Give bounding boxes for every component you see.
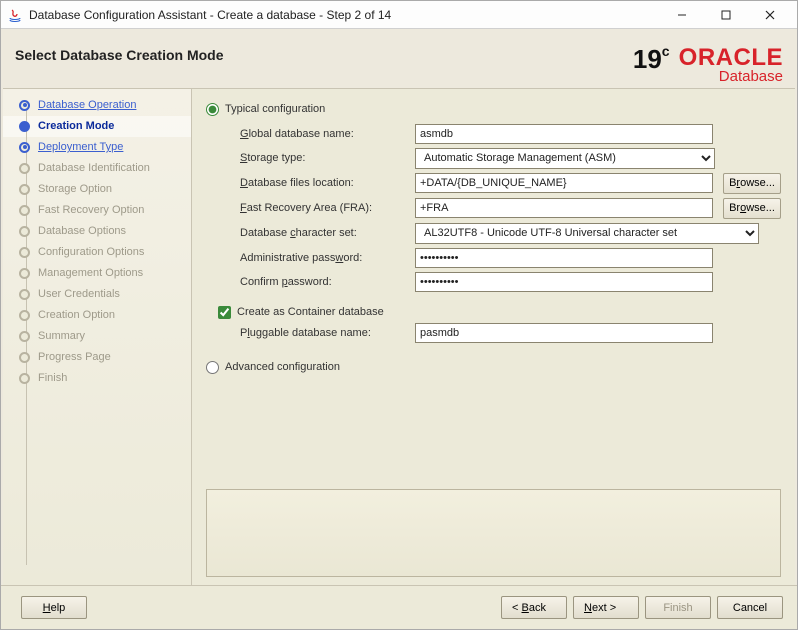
footer: Help < Back Next > Finish Cancel <box>1 585 797 629</box>
step-bullet-icon <box>19 352 30 363</box>
finish-button: Finish <box>645 596 711 619</box>
wizard-sidebar: Database Operation Creation Mode Deploym… <box>3 89 192 585</box>
help-button[interactable]: Help <box>21 596 87 619</box>
sidebar-item-creation-option: Creation Option <box>3 305 191 326</box>
chevron-right-icon: > <box>610 602 616 614</box>
advanced-config-label: Advanced configuration <box>225 361 340 373</box>
step-bullet-icon <box>19 142 30 153</box>
sidebar-item-creation-mode[interactable]: Creation Mode <box>3 116 191 137</box>
advanced-config-radio[interactable] <box>206 361 219 374</box>
close-button[interactable] <box>749 4 791 26</box>
files-location-input[interactable] <box>415 173 713 193</box>
storage-type-label: Storage type: <box>240 152 415 164</box>
next-button[interactable]: Next > <box>573 596 639 619</box>
sidebar-item-database-operation[interactable]: Database Operation <box>3 95 191 116</box>
chevron-left-icon: < <box>512 602 518 614</box>
charset-select[interactable]: AL32UTF8 - Unicode UTF-8 Universal chara… <box>415 223 759 244</box>
oracle-logo: 19c ORACLE Database <box>633 47 783 84</box>
step-bullet-icon <box>19 247 30 258</box>
typical-config-label: TTypical configurationypical configurati… <box>225 103 325 115</box>
back-button[interactable]: < Back <box>501 596 567 619</box>
message-area <box>206 489 781 577</box>
container-db-label: Create as Container database <box>237 306 384 318</box>
step-bullet-icon <box>19 373 30 384</box>
step-bullet-icon <box>19 268 30 279</box>
sidebar-item-deployment-type[interactable]: Deployment Type <box>3 137 191 158</box>
container-db-checkbox[interactable] <box>218 306 231 319</box>
charset-label: Database character set: <box>240 227 415 239</box>
pdb-name-input[interactable] <box>415 323 713 343</box>
sidebar-item-management-options: Management Options <box>3 263 191 284</box>
fra-label: Fast Recovery Area (FRA): <box>240 202 415 214</box>
sidebar-item-database-options: Database Options <box>3 221 191 242</box>
sidebar-item-storage-option: Storage Option <box>3 179 191 200</box>
files-location-browse-button[interactable]: Browse... <box>723 173 781 194</box>
admin-password-label: Administrative password: <box>240 252 415 264</box>
header: Select Database Creation Mode 19c ORACLE… <box>1 29 797 88</box>
form-panel: TTypical configurationypical configurati… <box>192 89 795 585</box>
step-bullet-icon <box>19 331 30 342</box>
maximize-button[interactable] <box>705 4 747 26</box>
sidebar-item-progress-page: Progress Page <box>3 347 191 368</box>
window-title: Database Configuration Assistant - Creat… <box>29 8 661 22</box>
step-bullet-icon <box>19 310 30 321</box>
step-bullet-icon <box>19 289 30 300</box>
step-bullet-icon <box>19 226 30 237</box>
step-bullet-icon <box>19 121 30 132</box>
sidebar-item-configuration-options: Configuration Options <box>3 242 191 263</box>
confirm-password-label: Confirm password: <box>240 276 415 288</box>
step-bullet-icon <box>19 184 30 195</box>
sidebar-item-fast-recovery-option: Fast Recovery Option <box>3 200 191 221</box>
pdb-name-label: Pluggable database name: <box>240 327 415 339</box>
typical-config-radio[interactable] <box>206 103 219 116</box>
page-title: Select Database Creation Mode <box>15 47 224 63</box>
files-location-label: Database files location: <box>240 177 415 189</box>
step-bullet-icon <box>19 100 30 111</box>
sidebar-item-database-identification: Database Identification <box>3 158 191 179</box>
fra-input[interactable] <box>415 198 713 218</box>
global-db-input[interactable] <box>415 124 713 144</box>
sidebar-item-user-credentials: User Credentials <box>3 284 191 305</box>
fra-browse-button[interactable]: Browse... <box>723 198 781 219</box>
sidebar-item-summary: Summary <box>3 326 191 347</box>
minimize-button[interactable] <box>661 4 703 26</box>
admin-password-input[interactable] <box>415 248 713 268</box>
cancel-button[interactable]: Cancel <box>717 596 783 619</box>
step-bullet-icon <box>19 163 30 174</box>
step-bullet-icon <box>19 205 30 216</box>
storage-type-select[interactable]: Automatic Storage Management (ASM) <box>415 148 715 169</box>
sidebar-item-finish: Finish <box>3 368 191 389</box>
java-icon <box>7 7 23 23</box>
confirm-password-input[interactable] <box>415 272 713 292</box>
title-bar: Database Configuration Assistant - Creat… <box>1 1 797 29</box>
global-db-label: Global database name: <box>240 128 415 140</box>
